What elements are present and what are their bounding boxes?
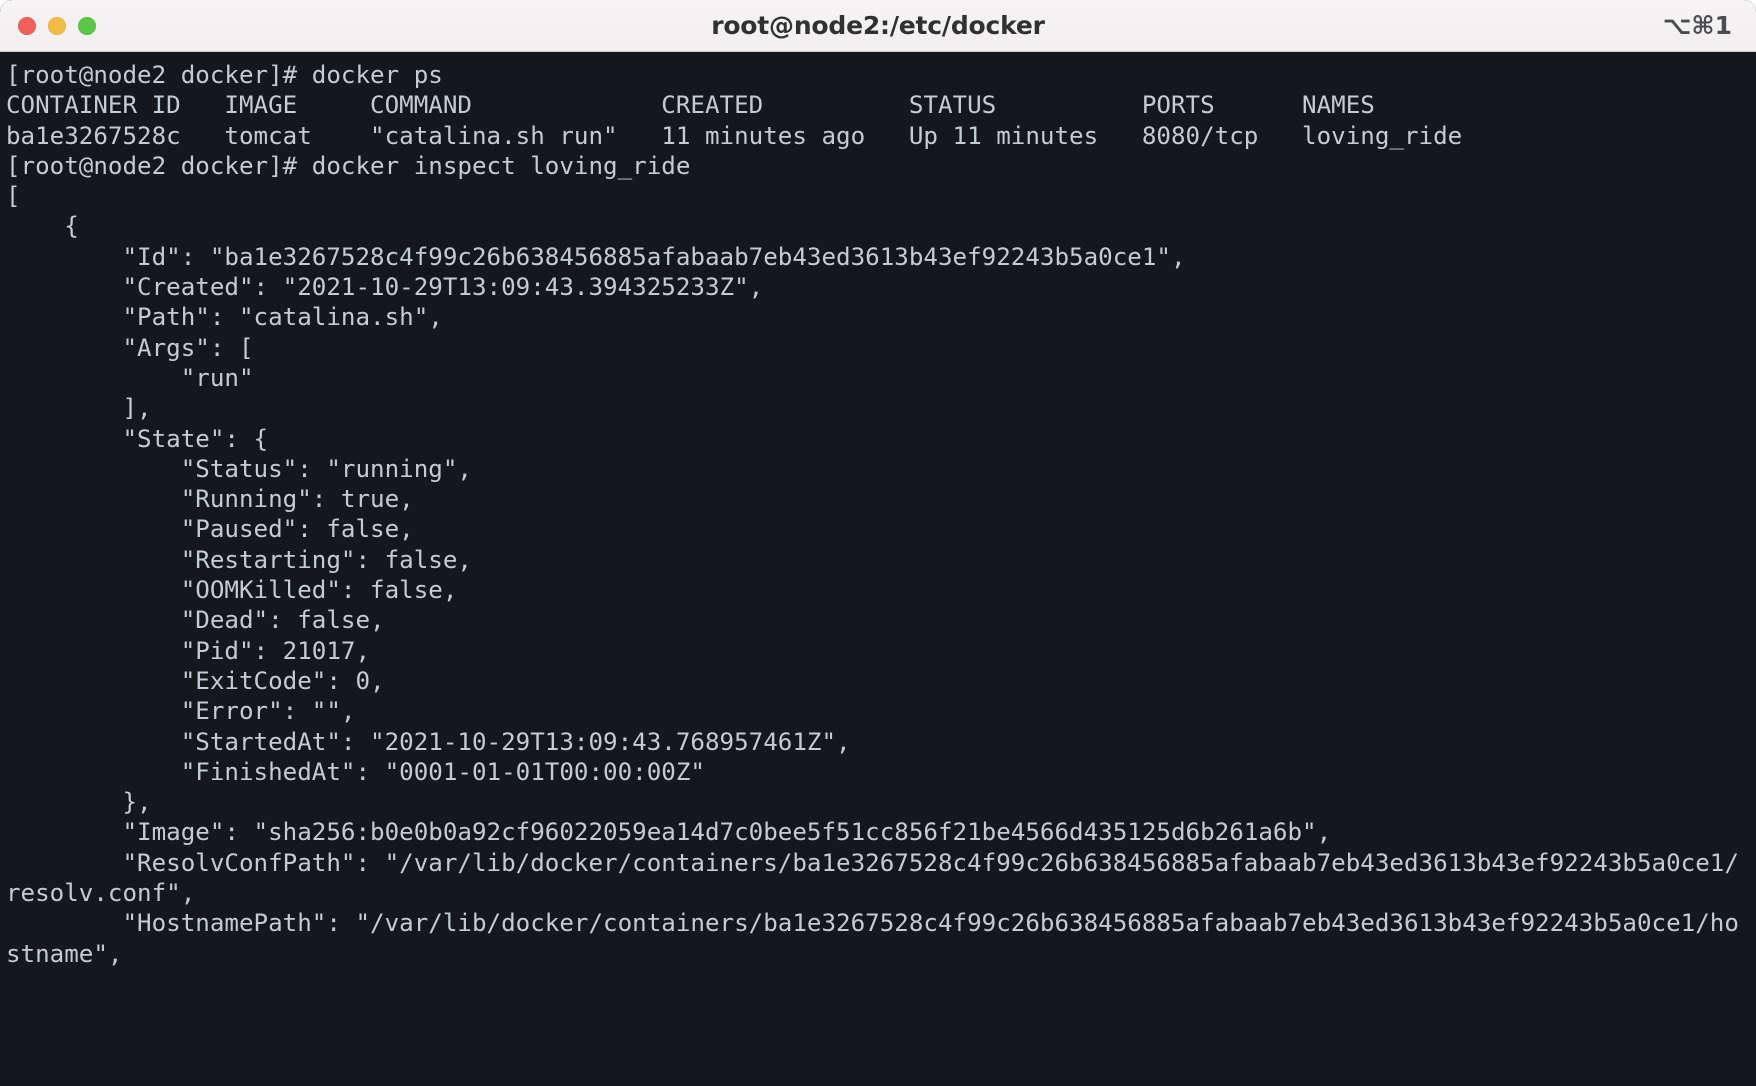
terminal-lines: [root@node2 docker]# docker ps CONTAINER … xyxy=(0,60,1756,969)
close-button-icon[interactable] xyxy=(18,16,36,35)
zoom-button-icon[interactable] xyxy=(78,16,96,35)
terminal-window: root@node2:/etc/docker ⌥⌘1 [root@node2 d… xyxy=(0,0,1756,1086)
terminal-line: ba1e3267528c tomcat "catalina.sh run" 11… xyxy=(6,121,1463,150)
terminal-line: "ExitCode": 0, xyxy=(6,666,385,695)
terminal-line: "State": { xyxy=(6,424,269,453)
terminal-line: ], xyxy=(6,394,152,423)
terminal-line: [ xyxy=(6,182,21,211)
terminal-output-area[interactable]: [root@node2 docker]# docker ps CONTAINER … xyxy=(0,52,1756,1086)
terminal-line: "HostnamePath": "/var/lib/docker/contain… xyxy=(6,909,1739,968)
terminal-line: "StartedAt": "2021-10-29T13:09:43.768957… xyxy=(6,727,851,756)
terminal-line: "Created": "2021-10-29T13:09:43.39432523… xyxy=(6,273,764,302)
window-title: root@node2:/etc/docker xyxy=(711,11,1045,40)
terminal-line: "Running": true, xyxy=(6,485,414,514)
window-titlebar: root@node2:/etc/docker ⌥⌘1 xyxy=(0,0,1756,52)
terminal-line: "Args": [ xyxy=(6,333,254,362)
terminal-line: "Pid": 21017, xyxy=(6,636,371,665)
keyboard-shortcut-indicator[interactable]: ⌥⌘1 xyxy=(1663,11,1738,40)
terminal-line: "ResolvConfPath": "/var/lib/docker/conta… xyxy=(6,848,1739,908)
terminal-line: "OOMKilled": false, xyxy=(6,576,458,605)
terminal-line: { xyxy=(6,212,79,241)
terminal-line: "Paused": false, xyxy=(6,515,414,544)
terminal-line: [root@node2 docker]# docker ps xyxy=(6,61,443,89)
terminal-line: "Id": "ba1e3267528c4f99c26b638456885afab… xyxy=(6,242,1186,271)
terminal-line: [root@node2 docker]# docker inspect lovi… xyxy=(6,151,691,180)
minimize-button-icon[interactable] xyxy=(48,16,66,35)
terminal-line: "Dead": false, xyxy=(6,606,385,635)
traffic-light-group xyxy=(18,16,96,35)
terminal-line: CONTAINER ID IMAGE COMMAND CREATED STATU… xyxy=(6,91,1375,120)
terminal-line: "Image": "sha256:b0e0b0a92cf96022059ea14… xyxy=(6,818,1332,847)
terminal-line: "Path": "catalina.sh", xyxy=(6,303,443,332)
terminal-line: }, xyxy=(6,788,152,817)
terminal-line: "run" xyxy=(6,363,254,392)
terminal-line: "FinishedAt": "0001-01-01T00:00:00Z" xyxy=(6,757,705,786)
terminal-line: "Restarting": false, xyxy=(6,545,472,574)
terminal-line: "Status": "running", xyxy=(6,454,472,483)
terminal-line: "Error": "", xyxy=(6,697,356,726)
